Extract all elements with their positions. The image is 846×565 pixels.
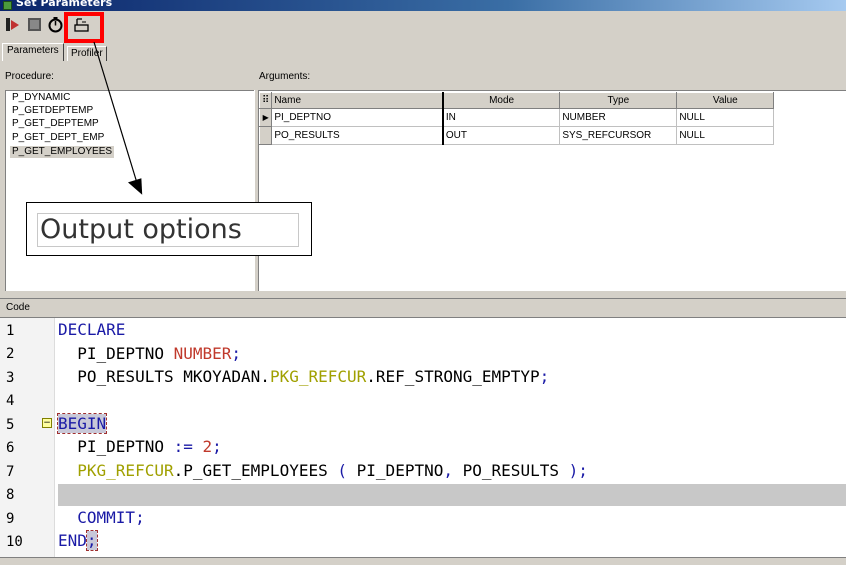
status-bar: [0, 557, 846, 565]
code-header: Code: [0, 299, 846, 318]
code-line-5: BEGIN: [56, 413, 108, 434]
line-number: 4: [6, 393, 15, 409]
code-line-1: DECLARE: [58, 320, 126, 339]
line-number: 1: [6, 323, 15, 339]
code-line-6: PI_DEPTNO := 2;: [77, 437, 222, 456]
line-number: 8: [6, 487, 15, 503]
line-number: 6: [6, 440, 15, 456]
code-line-7: PKG_REFCUR.P_GET_EMPLOYEES ( PI_DEPTNO, …: [77, 461, 588, 480]
line-gutter: 1 2 3 4 5 6 7 8 9 10 −: [0, 318, 55, 558]
code-line-10: END;: [58, 530, 98, 551]
annotation-callout: Output options: [26, 202, 312, 256]
line-number: 10: [6, 534, 23, 550]
line-number: 5: [6, 417, 15, 433]
annotation-text: Output options: [37, 213, 299, 247]
line-number: 7: [6, 464, 15, 480]
current-line-highlight: [58, 484, 846, 506]
code-line-3: PO_RESULTS MKOYADAN.PKG_REFCUR.REF_STRON…: [77, 367, 550, 386]
code-line-2: PI_DEPTNO NUMBER;: [77, 344, 242, 363]
line-number: 9: [6, 511, 15, 527]
fold-collapse-icon[interactable]: −: [42, 418, 52, 428]
line-number: 2: [6, 346, 15, 362]
section-divider[interactable]: [0, 291, 846, 299]
code-label: Code: [6, 302, 30, 313]
code-editor[interactable]: 1 2 3 4 5 6 7 8 9 10 − DECLARE PI_DEPTNO…: [0, 318, 846, 558]
code-line-9: COMMIT;: [77, 508, 145, 527]
line-number: 3: [6, 370, 15, 386]
